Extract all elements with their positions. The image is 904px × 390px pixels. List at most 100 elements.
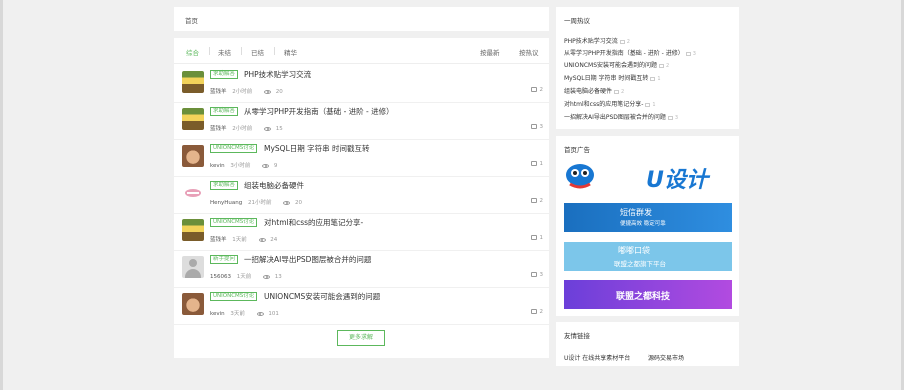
friend-link[interactable]: 源码交易市场 xyxy=(648,353,684,362)
comment-count: 2 xyxy=(530,309,543,315)
post-time: 21小时前 xyxy=(247,200,272,206)
avatar[interactable] xyxy=(182,256,204,278)
category-tag[interactable]: UNIONCMS讨论 xyxy=(210,144,258,153)
ad-banner-sms[interactable]: 短信群发 便捷高效 稳定可靠 xyxy=(564,203,732,232)
author-name[interactable]: 蓝钱羊 xyxy=(210,237,227,243)
comment-count: 2 xyxy=(530,198,543,204)
thread-title[interactable]: 组装电脑必备硬件 xyxy=(244,180,304,191)
thread-meta: 蓝钱羊 1天前 24 xyxy=(210,235,277,243)
tab-unsolved[interactable]: 未结 xyxy=(218,47,231,57)
author-name[interactable]: kevin xyxy=(210,311,225,317)
more-threads-button[interactable]: 更多求解 xyxy=(337,330,385,346)
comment-icon xyxy=(530,124,537,129)
thread-row[interactable]: 求助解答 组装电脑必备硬件 HenyHuang 21小时前 20 2 xyxy=(174,177,549,214)
thread-row[interactable]: 求助解答 从零学习PHP开发指南（基础 - 进阶 - 进修） 蓝钱羊 2小时前 … xyxy=(174,103,549,140)
weekly-hot-panel: 一周热议 PHP技术贴学习交流 2 从零学习PHP开发指南（基础 - 进阶 - 进… xyxy=(556,7,739,129)
category-tag[interactable]: 新手提问 xyxy=(210,255,239,264)
friend-links-panel: 友情链接 U设计 在线共享素材平台 源码交易市场 xyxy=(556,322,739,366)
u-design-logo[interactable]: U设计 xyxy=(564,160,732,193)
tab-solved[interactable]: 已结 xyxy=(251,47,264,57)
tab-all[interactable]: 综合 xyxy=(186,47,199,57)
author-name[interactable]: kevin xyxy=(210,163,225,169)
thread-title[interactable]: UNIONCMS安装可能会遇到的问题 xyxy=(264,291,380,302)
comment-count: 3 xyxy=(530,272,543,278)
tab-featured[interactable]: 精华 xyxy=(284,47,297,57)
window-frame-left xyxy=(0,0,3,390)
post-time: 2小时前 xyxy=(232,89,253,95)
hot-item[interactable]: 从零学习PHP开发指南（基础 - 进阶 - 进修） 3 xyxy=(564,48,696,57)
comment-icon xyxy=(650,76,656,81)
view-count: 20 xyxy=(294,200,302,206)
hot-item[interactable]: PHP技术贴学习交流 2 xyxy=(564,36,630,45)
breadcrumb: 首页 xyxy=(174,7,549,31)
thread-meta: kevin 3小时前 9 xyxy=(210,161,277,169)
category-tag[interactable]: 求助解答 xyxy=(210,70,239,79)
author-name[interactable]: HenyHuang xyxy=(210,200,242,206)
thread-title[interactable]: MySQL日期 字符串 时间戳互转 xyxy=(264,143,370,154)
thread-row[interactable]: UNIONCMS讨论 对html和css的应用笔记分享- 蓝钱羊 1天前 24 … xyxy=(174,214,549,251)
view-count: 101 xyxy=(268,311,279,317)
comment-count: 1 xyxy=(530,161,543,167)
category-tag[interactable]: 求助解答 xyxy=(210,107,239,116)
thread-row[interactable]: 新手提问 一招解决AI导出PSD图层被合并的问题 156063 1天前 13 3 xyxy=(174,251,549,288)
friend-link[interactable]: U设计 在线共享素材平台 xyxy=(564,353,630,362)
comment-icon xyxy=(667,115,673,120)
comment-icon xyxy=(685,51,691,56)
comment-icon xyxy=(530,309,537,314)
category-tag[interactable]: 求助解答 xyxy=(210,181,239,190)
comment-count: 3 xyxy=(530,124,543,130)
sort-hottest[interactable]: 按热议 xyxy=(519,47,539,57)
tab-divider xyxy=(274,47,275,55)
comment-count: 1 xyxy=(530,235,543,241)
ads-panel: 首页广告 U设计 短信群发 便捷高效 稳定可靠 嘟嘟口袋 联盟之都旗下平台 联盟… xyxy=(556,136,739,316)
comment-icon xyxy=(530,272,537,277)
thread-row[interactable]: UNIONCMS讨论 UNIONCMS安装可能会遇到的问题 kevin 3天前 … xyxy=(174,288,549,325)
hot-item[interactable]: 组装电脑必备硬件 2 xyxy=(564,86,624,95)
thread-title[interactable]: 从零学习PHP开发指南（基础 - 进阶 - 进修） xyxy=(244,106,394,117)
thread-row[interactable]: 求助解答 PHP技术贴学习交流 蓝钱羊 2小时前 20 2 xyxy=(174,66,549,103)
view-count: 20 xyxy=(275,89,283,95)
thread-title[interactable]: PHP技术贴学习交流 xyxy=(244,69,311,80)
thread-row[interactable]: UNIONCMS讨论 MySQL日期 字符串 时间戳互转 kevin 3小时前 … xyxy=(174,140,549,177)
breadcrumb-home[interactable]: 首页 xyxy=(185,15,198,25)
category-tag[interactable]: UNIONCMS讨论 xyxy=(210,292,258,301)
thread-title[interactable]: 对html和css的应用笔记分享- xyxy=(264,217,363,228)
comment-icon xyxy=(645,102,651,107)
comment-count: 2 xyxy=(530,87,543,93)
avatar[interactable] xyxy=(182,108,204,130)
view-count: 13 xyxy=(274,274,282,280)
ads-title: 首页广告 xyxy=(564,146,590,154)
view-count: 24 xyxy=(270,237,278,243)
avatar[interactable] xyxy=(182,182,204,204)
author-name[interactable]: 蓝钱羊 xyxy=(210,89,227,95)
filter-tabs: 综合 未结 已结 精华 按最新 按热议 xyxy=(174,38,549,64)
comment-icon xyxy=(530,87,537,92)
view-icon xyxy=(262,163,270,168)
comment-icon xyxy=(614,89,620,94)
hot-item[interactable]: 一招解决AI导出PSD图层被合并的问题 3 xyxy=(564,112,678,121)
sort-newest[interactable]: 按最新 xyxy=(480,47,500,57)
thread-title[interactable]: 一招解决AI导出PSD图层被合并的问题 xyxy=(244,254,371,265)
view-icon xyxy=(264,89,272,94)
ad-banner-union[interactable]: 联盟之都科技 xyxy=(564,280,732,309)
avatar[interactable] xyxy=(182,219,204,241)
category-tag[interactable]: UNIONCMS讨论 xyxy=(210,218,258,227)
author-name[interactable]: 蓝钱羊 xyxy=(210,126,227,132)
avatar[interactable] xyxy=(182,145,204,167)
thread-meta: kevin 3天前 101 xyxy=(210,309,279,317)
author-name[interactable]: 156063 xyxy=(210,274,231,280)
thread-meta: 蓝钱羊 2小时前 15 xyxy=(210,124,283,132)
avatar[interactable] xyxy=(182,71,204,93)
thread-meta: 蓝钱羊 2小时前 20 xyxy=(210,87,283,95)
view-count: 9 xyxy=(273,163,278,169)
ad-banner-dudu[interactable]: 嘟嘟口袋 联盟之都旗下平台 xyxy=(564,242,732,271)
hot-item[interactable]: MySQL日期 字符串 时间戳互转 1 xyxy=(564,73,661,82)
logo-text: U设计 xyxy=(646,168,708,193)
view-count: 15 xyxy=(275,126,283,132)
avatar[interactable] xyxy=(182,293,204,315)
hot-item[interactable]: 对html和css的应用笔记分享- 1 xyxy=(564,99,656,108)
hot-item[interactable]: UNIONCMS安装可能会遇到的问题 2 xyxy=(564,60,669,69)
comment-icon xyxy=(659,63,665,68)
comment-icon xyxy=(619,39,625,44)
view-icon xyxy=(258,237,266,242)
